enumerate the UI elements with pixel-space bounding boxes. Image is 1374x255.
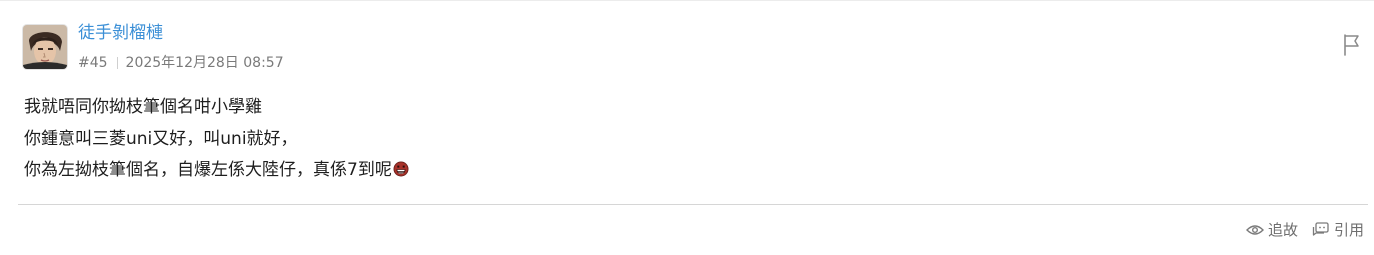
follow-label: 追故 — [1267, 221, 1298, 239]
floor-number: #45 — [78, 55, 108, 71]
avatar[interactable] — [22, 24, 68, 70]
content-line: 你鍾意叫三菱uni又好，叫uni就好， — [24, 128, 298, 149]
post-timestamp: 2025年12月28日 08:57 — [125, 55, 284, 71]
divider — [18, 204, 1368, 205]
username-link[interactable]: 徒手剝榴槤 — [78, 21, 163, 45]
content-line-text: 你為左拗枝筆個名，自爆左係大陸仔，真係7到呢 — [24, 160, 392, 180]
grinning-face-icon — [393, 157, 409, 177]
quote-icon — [1312, 221, 1329, 236]
meta-separator — [116, 57, 118, 69]
content-line: 我就唔同你拗枝筆個名咁小學雞 — [24, 97, 262, 117]
post-actions: 追故 引用 — [1245, 219, 1364, 240]
flag-icon[interactable] — [1341, 33, 1363, 57]
top-border — [0, 0, 1374, 1]
post-content: 我就唔同你拗枝筆個名咁小學雞 你鍾意叫三菱uni又好，叫uni就好， 你為左拗枝… — [24, 92, 409, 187]
quote-button[interactable]: 引用 — [1312, 219, 1364, 240]
follow-button[interactable]: 追故 — [1245, 219, 1298, 240]
eye-icon — [1245, 224, 1264, 235]
content-line-with-emoji: 你為左拗枝筆個名，自爆左係大陸仔，真係7到呢 — [24, 155, 409, 187]
post-card: 徒手剝榴槤 #45 2025年12月28日 08:57 我就唔同你拗枝筆個名咁小… — [0, 0, 1374, 255]
quote-label: 引用 — [1333, 221, 1364, 239]
post-meta: #45 2025年12月28日 08:57 — [78, 53, 284, 73]
